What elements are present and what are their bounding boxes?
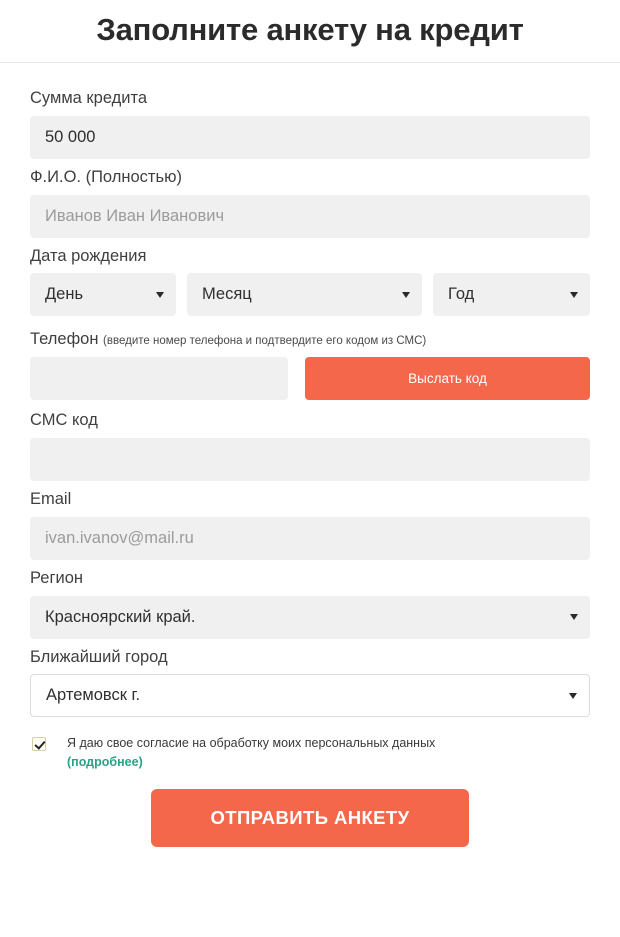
birthdate-year-select[interactable]: Год [433, 273, 590, 317]
loan-amount-label: Сумма кредита [30, 89, 148, 107]
field-city: Ближайший город Артемовск г. [30, 648, 590, 718]
page-header: Заполните анкету на кредит [0, 0, 620, 63]
field-phone: Телефон (введите номер телефона и подтве… [30, 330, 590, 401]
submit-application-button[interactable]: ОТПРАВИТЬ АНКЕТУ [151, 788, 469, 847]
phone-label-text: Телефон [30, 330, 99, 349]
email-input[interactable] [30, 516, 590, 560]
birthdate-label: Дата рождения [30, 246, 147, 265]
phone-label: Телефон (введите номер телефона и подтве… [30, 330, 590, 350]
field-region: Регион Красноярский край. [30, 569, 590, 639]
email-label: Email [30, 489, 72, 508]
phone-hint: (введите номер телефона и подтвердите ег… [103, 335, 427, 348]
consent-details-link[interactable]: (подробнее) [67, 753, 435, 771]
chevron-down-icon [570, 291, 578, 298]
consent-text-block: Я даю свое согласие на обработку моих пе… [67, 734, 435, 770]
sms-code-label: СМС код [30, 411, 98, 430]
region-value: Красноярский край. [45, 607, 196, 626]
send-code-button[interactable]: Выслать код [305, 357, 590, 401]
field-sms-code: СМС код [30, 411, 590, 481]
consent-row: Я даю свое согласие на обработку моих пе… [30, 734, 590, 770]
loan-amount-input[interactable] [30, 115, 590, 159]
field-birthdate: Дата рождения День Месяц Год [30, 247, 590, 317]
credit-application-form: Сумма кредита Ф.И.О. (Полностью) Дата ро… [0, 63, 620, 847]
city-label: Ближайший город [30, 647, 168, 666]
birthdate-selects-row: День Месяц Год [30, 273, 590, 317]
field-email: Email [30, 490, 590, 560]
chevron-down-icon [570, 614, 578, 621]
chevron-down-icon [156, 291, 164, 298]
phone-row: Выслать код [30, 357, 590, 401]
credit-application-page: Заполните анкету на кредит Сумма кредита… [0, 0, 620, 937]
chevron-down-icon [569, 692, 577, 699]
birthdate-year-value: Год [448, 285, 475, 304]
consent-checkbox[interactable] [32, 737, 46, 752]
region-select[interactable]: Красноярский край. [30, 595, 590, 639]
chevron-down-icon [402, 291, 410, 298]
fullname-label: Ф.И.О. (Полностью) [30, 167, 182, 186]
fullname-input[interactable] [30, 194, 590, 238]
region-label: Регион [30, 568, 83, 587]
page-title: Заполните анкету на кредит [96, 11, 524, 47]
birthdate-month-value: Месяц [202, 285, 252, 304]
birthdate-day-select[interactable]: День [30, 273, 176, 317]
field-fullname: Ф.И.О. (Полностью) [30, 168, 590, 238]
birthdate-day-value: День [45, 285, 84, 304]
consent-text: Я даю свое согласие на обработку моих пе… [67, 736, 436, 751]
field-loan-amount: Сумма кредита [30, 89, 590, 159]
submit-row: ОТПРАВИТЬ АНКЕТУ [30, 788, 590, 847]
city-value: Артемовск г. [46, 686, 141, 705]
birthdate-month-select[interactable]: Месяц [187, 273, 422, 317]
city-select[interactable]: Артемовск г. [30, 674, 590, 718]
sms-code-input[interactable] [30, 437, 590, 481]
phone-input[interactable] [30, 357, 288, 401]
